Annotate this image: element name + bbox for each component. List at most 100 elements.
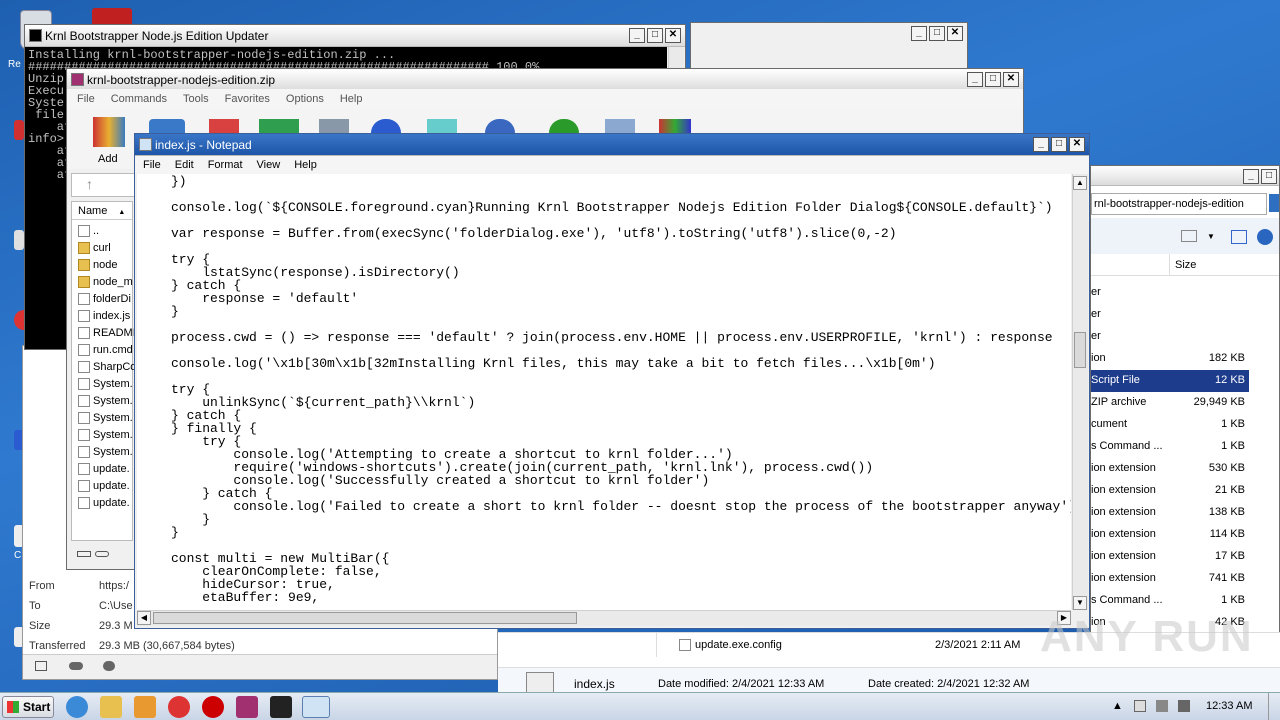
camera-icon[interactable] <box>103 661 115 671</box>
key-icon[interactable] <box>95 551 109 557</box>
file-row[interactable]: curl <box>78 239 111 256</box>
explorer-row[interactable]: ion extension 21 KB <box>1091 480 1249 502</box>
minimize-button[interactable]: _ <box>1033 137 1049 152</box>
maximize-button[interactable]: □ <box>929 26 945 41</box>
file-row[interactable]: folderDi <box>78 290 131 307</box>
horizontal-scroll-thumb[interactable] <box>153 612 577 624</box>
explorer-row[interactable]: s Command ... 1 KB <box>1091 436 1249 458</box>
notepad-menu-view[interactable]: View <box>257 159 281 171</box>
chevron-down-icon[interactable]: ▼ <box>1207 232 1215 241</box>
close-button[interactable]: ✕ <box>1069 137 1085 152</box>
file-row[interactable]: update. <box>78 460 130 477</box>
file-row[interactable]: System. <box>78 409 133 426</box>
shortcut-icon[interactable] <box>14 230 24 250</box>
notepad-horizontal-scrollbar[interactable]: ◀ ▶ <box>137 610 1071 626</box>
explorer-row[interactable]: er <box>1091 304 1249 326</box>
close-button[interactable]: ✕ <box>1003 72 1019 87</box>
maximize-button[interactable]: □ <box>1261 169 1277 184</box>
chrome-shortcut-icon[interactable] <box>14 310 24 330</box>
scroll-up-arrow[interactable]: ▲ <box>1073 176 1087 190</box>
cmd-taskbar-icon[interactable] <box>270 696 292 718</box>
size-column-header[interactable]: Size <box>1175 259 1196 271</box>
explorer-row[interactable]: er <box>1091 326 1249 348</box>
network-icon[interactable] <box>1156 700 1168 712</box>
explorer-icon[interactable] <box>100 696 122 718</box>
explorer-row[interactable]: ion extension 741 KB <box>1091 568 1249 590</box>
menu-favorites[interactable]: Favorites <box>225 93 270 105</box>
chrome-icon[interactable] <box>168 696 190 718</box>
name-column-header[interactable]: Name ▲ <box>72 202 132 220</box>
flag-icon[interactable] <box>1134 700 1146 712</box>
explorer-row[interactable]: ion extension 138 KB <box>1091 502 1249 524</box>
start-button[interactable]: Start <box>2 696 54 718</box>
maximize-button[interactable]: □ <box>985 72 1001 87</box>
add-button-label[interactable]: Add <box>98 153 118 165</box>
cloud-icon[interactable] <box>69 662 83 670</box>
explorer-row[interactable]: ion 182 KB <box>1091 348 1249 370</box>
address-bar[interactable]: rnl-bootstrapper-nodejs-edition <box>1091 193 1267 215</box>
add-icon[interactable] <box>93 117 125 147</box>
notepad-taskbar-icon[interactable] <box>302 696 330 718</box>
media-player-icon[interactable] <box>134 696 156 718</box>
preview-pane-icon[interactable] <box>1231 230 1247 244</box>
minimize-button[interactable]: _ <box>1243 169 1259 184</box>
minimize-button[interactable]: _ <box>911 26 927 41</box>
menu-options[interactable]: Options <box>286 93 324 105</box>
minimize-button[interactable]: _ <box>967 72 983 87</box>
show-hidden-icons-icon[interactable]: ▲ <box>1112 700 1123 712</box>
notepad-text-area[interactable]: }) console.log(`${CONSOLE.foreground.cyan… <box>137 174 1071 610</box>
view-options-icon[interactable] <box>1181 230 1197 242</box>
close-button[interactable]: ✕ <box>665 28 681 43</box>
file-row[interactable]: node_m <box>78 273 133 290</box>
file-row[interactable]: .. <box>78 222 99 239</box>
menu-tools[interactable]: Tools <box>183 93 209 105</box>
opera-icon[interactable] <box>202 696 224 718</box>
minimize-button[interactable]: _ <box>629 28 645 43</box>
notepad-menu-format[interactable]: Format <box>208 159 243 171</box>
vertical-scroll-thumb[interactable] <box>1074 332 1086 368</box>
search-icon[interactable] <box>1269 194 1279 212</box>
notepad-menu-help[interactable]: Help <box>294 159 317 171</box>
explorer-row[interactable]: Script File 12 KB <box>1091 370 1249 392</box>
menu-help[interactable]: Help <box>340 93 363 105</box>
cmd-titlebar[interactable]: Krnl Bootstrapper Node.js Edition Update… <box>25 25 685 47</box>
explorer-row[interactable]: ion extension 114 KB <box>1091 524 1249 546</box>
notepad-titlebar[interactable]: index.js - Notepad _ □ ✕ <box>135 134 1089 156</box>
menu-commands[interactable]: Commands <box>111 93 167 105</box>
file-row[interactable]: READMI <box>78 324 136 341</box>
show-desktop-button[interactable] <box>1268 693 1280 720</box>
notepad-menu-file[interactable]: File <box>143 159 161 171</box>
winrar-taskbar-icon[interactable] <box>236 696 258 718</box>
notepad-vertical-scrollbar[interactable]: ▲ ▼ <box>1072 174 1088 610</box>
file-row[interactable]: update. <box>78 494 130 511</box>
menu-file[interactable]: File <box>77 93 95 105</box>
maximize-button[interactable]: □ <box>647 28 663 43</box>
clock[interactable]: 12:33 AM <box>1206 700 1252 712</box>
help-icon[interactable] <box>1257 229 1273 245</box>
explorer-row[interactable]: ion extension 17 KB <box>1091 546 1249 568</box>
file-row[interactable]: node <box>78 256 117 273</box>
file-row[interactable]: SharpCo <box>78 358 136 375</box>
window-icon[interactable] <box>35 661 47 671</box>
drive-icon[interactable] <box>77 551 91 557</box>
file-row[interactable]: index.js <box>78 307 130 324</box>
volume-icon[interactable] <box>1178 700 1190 712</box>
explorer-row[interactable]: cument 1 KB <box>1091 414 1249 436</box>
notepad-menu-edit[interactable]: Edit <box>175 159 194 171</box>
explorer-row[interactable]: er <box>1091 282 1249 304</box>
winrar-titlebar[interactable]: krnl-bootstrapper-nodejs-edition.zip _ □… <box>67 69 1023 91</box>
file-row[interactable]: System. <box>78 443 133 460</box>
close-button[interactable]: ✕ <box>947 26 963 41</box>
explorer-titlebar[interactable]: _ □ <box>1091 166 1279 186</box>
maximize-button[interactable]: □ <box>1051 137 1067 152</box>
file-row[interactable]: run.cmd <box>78 341 133 358</box>
scroll-left-arrow[interactable]: ◀ <box>137 611 151 625</box>
column-divider[interactable] <box>1169 254 1170 275</box>
pdf-icon[interactable] <box>14 120 24 140</box>
explorer-row[interactable]: ion extension 530 KB <box>1091 458 1249 480</box>
file-row[interactable]: update. <box>78 477 130 494</box>
up-arrow-icon[interactable]: ↑ <box>86 176 93 192</box>
scroll-down-arrow[interactable]: ▼ <box>1073 596 1087 610</box>
file-row[interactable]: System. <box>78 426 133 443</box>
file-row[interactable]: System. <box>78 392 133 409</box>
